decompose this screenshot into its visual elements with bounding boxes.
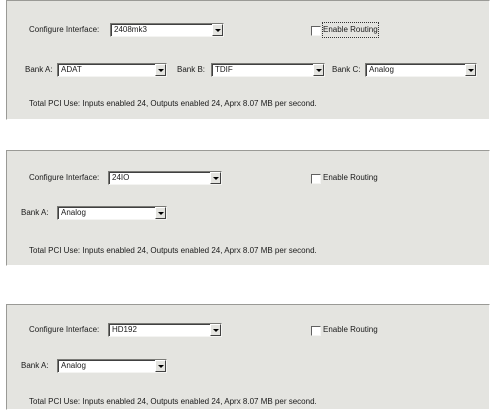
bank-c-select[interactable]: Analog xyxy=(365,63,477,77)
bank-a-label: Bank A: xyxy=(21,208,49,217)
chevron-down-icon[interactable] xyxy=(212,24,223,36)
pci-usage-text: Total PCI Use: Inputs enabled 24, Output… xyxy=(29,246,317,255)
chevron-down-icon[interactable] xyxy=(210,324,221,336)
bank-a-select[interactable]: Analog xyxy=(57,206,167,220)
bank-b-select-value: TDIF xyxy=(215,65,233,74)
bank-b-label: Bank B: xyxy=(177,65,206,74)
interface-select[interactable]: HD192 xyxy=(108,323,222,337)
bank-a-select-value: ADAT xyxy=(61,65,82,74)
pci-usage-text: Total PCI Use: Inputs enabled 24, Output… xyxy=(29,397,317,406)
enable-routing-label[interactable]: Enable Routing xyxy=(322,22,379,38)
interface-select-value: HD192 xyxy=(112,325,137,334)
bank-a-select[interactable]: ADAT xyxy=(57,63,167,77)
chevron-down-icon[interactable] xyxy=(155,207,166,219)
chevron-down-icon[interactable] xyxy=(155,64,166,76)
interface-panel-2408mk3: Configure Interface: 2408mk3 Enable Rout… xyxy=(6,0,490,120)
bank-a-select[interactable]: Analog xyxy=(57,359,167,373)
bank-a-label: Bank A: xyxy=(25,65,53,74)
bank-a-select-value: Analog xyxy=(61,208,86,217)
pci-usage-text: Total PCI Use: Inputs enabled 24, Output… xyxy=(29,99,317,108)
configure-interface-label: Configure Interface: xyxy=(29,25,100,34)
interface-select[interactable]: 2408mk3 xyxy=(110,23,224,37)
interface-panel-24io: Configure Interface: 24IO Enable Routing… xyxy=(6,150,490,266)
interface-panel-hd192: Configure Interface: HD192 Enable Routin… xyxy=(6,304,490,410)
bank-b-select[interactable]: TDIF xyxy=(211,63,325,77)
chevron-down-icon[interactable] xyxy=(210,172,221,184)
configure-interface-label: Configure Interface: xyxy=(29,325,100,334)
chevron-down-icon[interactable] xyxy=(465,64,476,76)
configure-interface-label: Configure Interface: xyxy=(29,173,100,182)
interface-select-value: 24IO xyxy=(112,173,130,182)
chevron-down-icon[interactable] xyxy=(313,64,324,76)
enable-routing-label[interactable]: Enable Routing xyxy=(323,323,378,337)
bank-a-select-value: Analog xyxy=(61,361,86,370)
chevron-down-icon[interactable] xyxy=(155,360,166,372)
interface-select[interactable]: 24IO xyxy=(108,171,222,185)
interface-select-value: 2408mk3 xyxy=(114,25,147,34)
enable-routing-checkbox[interactable] xyxy=(311,174,321,184)
enable-routing-checkbox[interactable] xyxy=(311,326,321,336)
bank-c-label: Bank C: xyxy=(332,65,361,74)
enable-routing-checkbox[interactable] xyxy=(311,26,321,36)
enable-routing-label[interactable]: Enable Routing xyxy=(323,171,378,185)
bank-c-select-value: Analog xyxy=(369,65,394,74)
bank-a-label: Bank A: xyxy=(21,361,49,370)
